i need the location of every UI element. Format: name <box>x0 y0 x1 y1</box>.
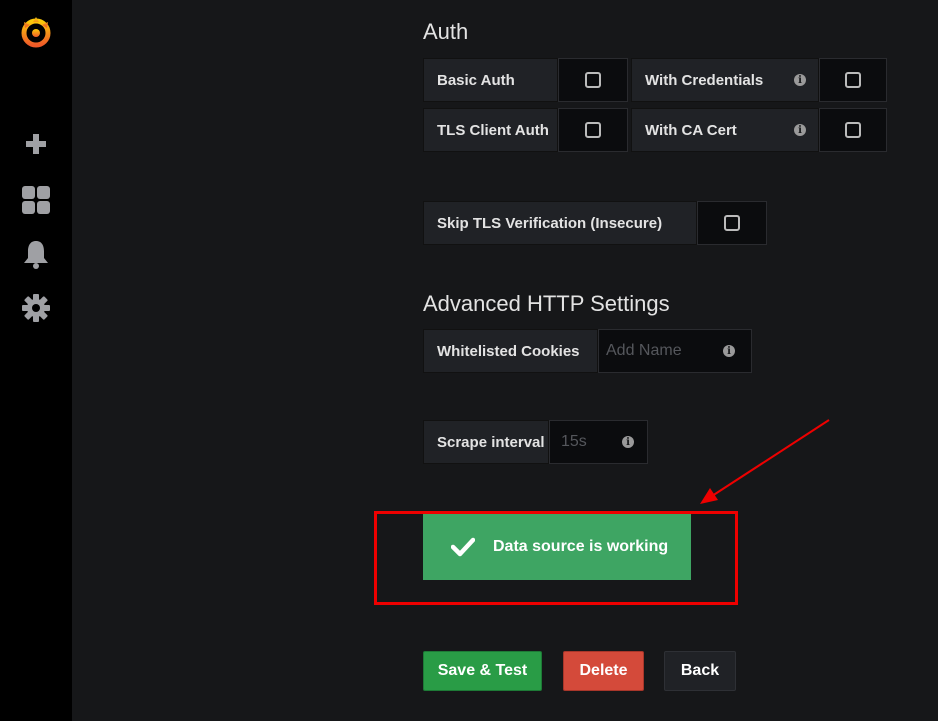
whitelisted-cookies-row: Whitelisted Cookies i <box>423 329 752 373</box>
info-icon[interactable]: i <box>622 436 634 448</box>
scrape-interval-label: Scrape interval <box>423 420 549 464</box>
highlight-box <box>374 511 738 605</box>
sidebar <box>0 0 72 721</box>
tls-client-auth-label: TLS Client Auth <box>423 108 558 152</box>
whitelisted-cookies-label: Whitelisted Cookies <box>423 329 598 373</box>
tls-client-auth-checkbox-cell[interactable] <box>558 108 628 152</box>
scrape-interval-input[interactable] <box>550 422 610 462</box>
with-ca-cert-label-cell: With CA Cert i <box>631 108 819 152</box>
scrape-interval-row: Scrape interval i <box>423 420 648 464</box>
info-icon[interactable]: i <box>794 74 806 86</box>
annotation-arrow-icon <box>700 419 830 504</box>
skip-tls-row: Skip TLS Verification (Insecure) <box>423 201 767 245</box>
tls-client-auth-row: TLS Client Auth <box>423 108 628 152</box>
with-ca-cert-row: With CA Cert i <box>631 108 887 152</box>
plus-icon[interactable] <box>18 126 54 162</box>
with-credentials-row: With Credentials i <box>631 58 887 102</box>
with-credentials-checkbox-cell[interactable] <box>819 58 887 102</box>
with-ca-cert-checkbox[interactable] <box>845 122 861 138</box>
auth-section-title: Auth <box>423 19 469 44</box>
whitelisted-cookies-input[interactable] <box>599 331 717 371</box>
skip-tls-checkbox[interactable] <box>724 215 740 231</box>
tls-client-auth-checkbox[interactable] <box>585 122 601 138</box>
dashboards-icon[interactable] <box>18 182 54 218</box>
basic-auth-label: Basic Auth <box>423 58 558 102</box>
with-credentials-checkbox[interactable] <box>845 72 861 88</box>
whitelisted-cookies-input-cell: i <box>598 329 752 373</box>
save-and-test-button[interactable]: Save & Test <box>423 651 542 691</box>
with-ca-cert-label: With CA Cert <box>645 121 737 139</box>
scrape-interval-input-cell: i <box>549 420 648 464</box>
info-icon[interactable]: i <box>794 124 806 136</box>
info-icon[interactable]: i <box>723 345 735 357</box>
skip-tls-label: Skip TLS Verification (Insecure) <box>423 201 697 245</box>
grafana-logo-icon[interactable] <box>18 14 54 50</box>
gear-icon[interactable] <box>18 290 54 326</box>
with-credentials-label: With Credentials <box>645 71 764 89</box>
with-credentials-label-cell: With Credentials i <box>631 58 819 102</box>
back-button[interactable]: Back <box>664 651 736 691</box>
basic-auth-checkbox-cell[interactable] <box>558 58 628 102</box>
basic-auth-row: Basic Auth <box>423 58 628 102</box>
with-ca-cert-checkbox-cell[interactable] <box>819 108 887 152</box>
advanced-http-settings-title: Advanced HTTP Settings <box>423 291 670 316</box>
basic-auth-checkbox[interactable] <box>585 72 601 88</box>
delete-button[interactable]: Delete <box>563 651 644 691</box>
skip-tls-checkbox-cell[interactable] <box>697 201 767 245</box>
bell-icon[interactable] <box>18 236 54 272</box>
